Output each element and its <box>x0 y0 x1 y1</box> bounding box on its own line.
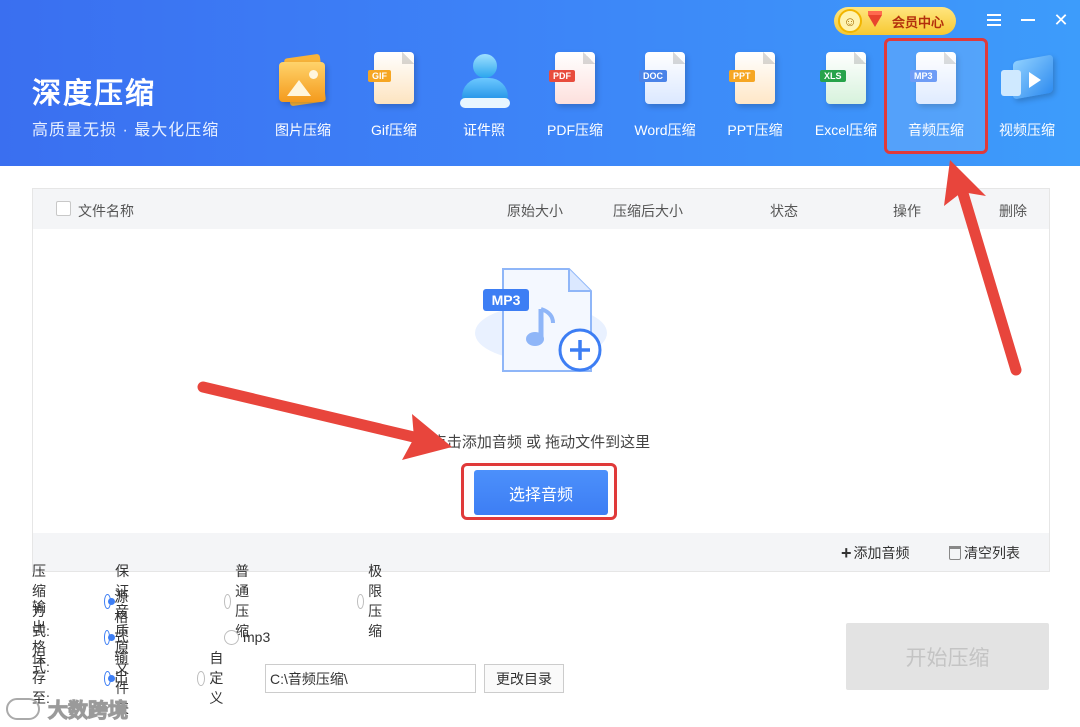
drop-hint-text: 点击添加音频 或 拖动文件到这里 <box>431 434 651 451</box>
file-list-footer: + 添加音频 清空列表 <box>33 533 1049 571</box>
tool-label: Gif压缩 <box>371 122 417 138</box>
tool-label: 视频压缩 <box>999 122 1055 138</box>
tool-label: Excel压缩 <box>814 122 878 138</box>
radio-dot <box>104 670 116 686</box>
excel-compress-icon: XLS <box>818 50 874 110</box>
word-compress-icon: DOC <box>637 50 693 110</box>
plus-icon: + <box>841 543 852 563</box>
radio-dot <box>357 593 365 609</box>
radio-dot <box>224 629 239 645</box>
watermark: 大数跨境 <box>6 694 129 723</box>
pdf-tag: PDF <box>549 70 575 82</box>
watermark-logo-icon <box>6 697 40 720</box>
tool-label: Word压缩 <box>634 122 696 138</box>
clear-list-label: 清空列表 <box>964 545 1020 561</box>
file-list-header: 文件名称 原始大小 压缩后大小 状态 操作 删除 <box>33 189 1049 229</box>
video-compress-icon <box>999 50 1055 110</box>
menu-icon[interactable] <box>982 8 1006 32</box>
tool-label: PDF压缩 <box>547 122 603 138</box>
pdf-compress-icon: PDF <box>547 50 603 110</box>
add-audio-button[interactable]: + 添加音频 <box>841 543 910 563</box>
radio-custom-folder[interactable]: 自定义 <box>197 648 230 708</box>
file-list-panel: 文件名称 原始大小 压缩后大小 状态 操作 删除 MP3 点击添加音频 或 拖动… <box>32 188 1050 572</box>
xls-tag: XLS <box>820 70 846 82</box>
tool-video-compress[interactable]: 视频压缩 <box>983 50 1071 155</box>
avatar-icon: ☺ <box>838 9 862 33</box>
select-all-checkbox[interactable] <box>56 201 71 216</box>
tool-label: 图片压缩 <box>275 122 331 138</box>
tool-pdf-compress[interactable]: PDF PDF压缩 <box>531 50 619 155</box>
tool-ppt-compress[interactable]: PPT PPT压缩 <box>711 50 799 155</box>
column-status: 状态 <box>770 203 798 219</box>
ppt-tag: PPT <box>729 70 755 82</box>
trash-icon <box>949 546 961 560</box>
clear-list-button[interactable]: 清空列表 <box>949 543 1020 563</box>
id-photo-icon <box>456 50 512 110</box>
audio-file-add-icon: MP3 <box>475 268 607 372</box>
change-directory-button[interactable]: 更改目录 <box>484 664 564 693</box>
ppt-compress-icon: PPT <box>727 50 783 110</box>
column-action: 操作 <box>893 203 921 219</box>
radio-label: 极限压缩 <box>368 563 383 639</box>
header-bar: 深度压缩 高质量无损 · 最大化压缩 ☺ 会员中心 ✕ 图片压缩 GIF Gif… <box>0 0 1080 166</box>
app-window: 深度压缩 高质量无损 · 最大化压缩 ☺ 会员中心 ✕ 图片压缩 GIF Gif… <box>0 0 1080 727</box>
image-compress-icon <box>275 50 331 110</box>
radio-extreme-compress[interactable]: 极限压缩 <box>357 561 390 641</box>
app-title: 深度压缩 <box>32 78 157 110</box>
app-subtitle: 高质量无损 · 最大化压缩 <box>32 122 220 139</box>
audio-tool-highlight <box>884 38 988 154</box>
column-original-size: 原始大小 <box>507 203 563 219</box>
radio-dot <box>224 593 232 609</box>
column-delete: 删除 <box>999 203 1027 219</box>
tool-label: PPT压缩 <box>727 122 783 138</box>
watermark-text: 大数跨境 <box>48 700 129 723</box>
tool-gif-compress[interactable]: GIF Gif压缩 <box>350 50 438 155</box>
select-audio-button[interactable]: 选择音频 <box>474 470 608 515</box>
mp3-drop-tag: MP3 <box>492 292 521 308</box>
vip-center-label: 会员中心 <box>892 14 945 30</box>
tool-id-photo[interactable]: 证件照 <box>440 50 528 155</box>
gif-tag: GIF <box>368 70 391 82</box>
column-filename: 文件名称 <box>78 203 134 219</box>
close-icon[interactable]: ✕ <box>1049 8 1073 32</box>
diamond-icon <box>868 11 882 27</box>
column-compressed-size: 压缩后大小 <box>613 203 683 219</box>
save-path-input[interactable] <box>265 664 476 693</box>
tool-label: 证件照 <box>463 122 505 138</box>
radio-mp3[interactable]: mp3 <box>224 629 270 645</box>
add-audio-label: 添加音频 <box>853 545 910 561</box>
start-compress-button[interactable]: 开始压缩 <box>846 623 1049 690</box>
radio-label: mp3 <box>243 629 271 645</box>
tool-excel-compress[interactable]: XLS Excel压缩 <box>802 50 890 155</box>
tool-word-compress[interactable]: DOC Word压缩 <box>621 50 709 155</box>
radio-label: 自定义 <box>209 650 224 706</box>
radio-dot <box>197 670 206 686</box>
doc-tag: DOC <box>639 70 667 82</box>
minimize-icon[interactable] <box>1016 8 1040 32</box>
gif-compress-icon: GIF <box>366 50 422 110</box>
vip-center-button[interactable]: ☺ 会员中心 <box>834 7 956 35</box>
drop-zone[interactable]: MP3 点击添加音频 或 拖动文件到这里 选择音频 <box>33 229 1049 533</box>
tool-image-compress[interactable]: 图片压缩 <box>259 50 347 155</box>
